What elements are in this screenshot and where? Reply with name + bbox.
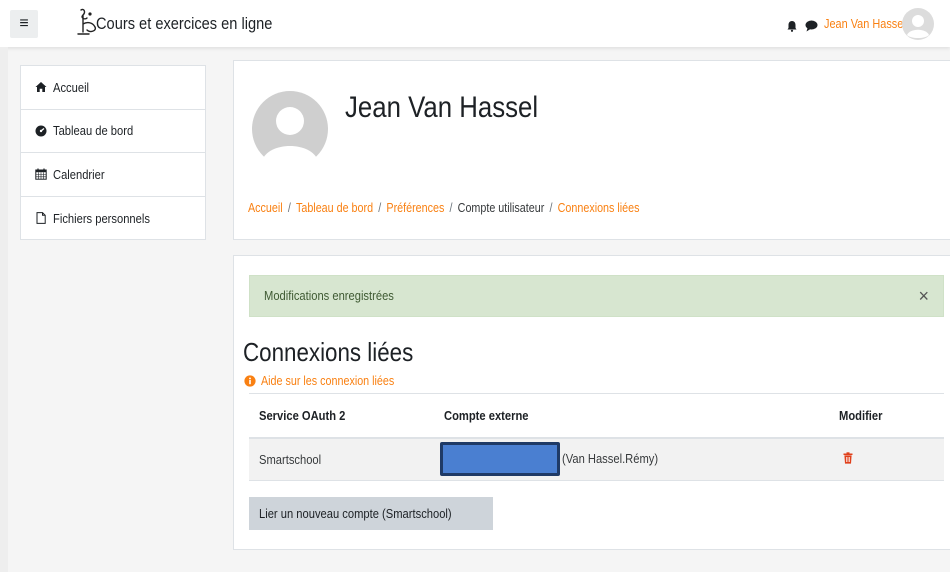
- redacted-account-block: [440, 442, 560, 477]
- calendar-icon: [35, 168, 47, 180]
- site-name[interactable]: Cours et exercices en ligne: [96, 14, 272, 34]
- column-header-edit: Modifier: [829, 393, 944, 439]
- column-header-account: Compte externe: [434, 393, 829, 439]
- trash-icon[interactable]: [843, 452, 853, 464]
- sidebar-item-label: Accueil: [53, 79, 90, 95]
- close-icon[interactable]: ×: [918, 286, 929, 307]
- help-link-label: Aide sur les connexion liées: [261, 374, 395, 388]
- help-link[interactable]: Aide sur les connexion liées: [244, 374, 416, 388]
- menu-toggle-button[interactable]: ≡: [10, 10, 38, 38]
- column-header-service: Service OAuth 2: [249, 393, 434, 439]
- profile-avatar: [252, 91, 328, 169]
- alert-message: Modifications enregistrées: [264, 288, 394, 303]
- cell-edit: [829, 437, 944, 481]
- table-row: Smartschool (Van Hassel.Rémy): [249, 437, 944, 481]
- linked-logins-table: Service OAuth 2 Compte externe Modifier …: [249, 393, 944, 481]
- sidebar-item-label: Calendrier: [53, 166, 105, 182]
- breadcrumb-separator: /: [287, 201, 291, 215]
- link-new-account-button[interactable]: Lier un nouveau compte (Smartschool): [249, 497, 494, 530]
- main-content: Modifications enregistrées × Connexions …: [233, 255, 950, 550]
- breadcrumb-separator: /: [549, 201, 553, 215]
- breadcrumb-item-compte-utilisateur: Compte utilisateur: [457, 201, 545, 215]
- sidebar-nav: Accueil Tableau de bord Calendrier Fichi…: [20, 65, 206, 240]
- breadcrumb-item-preferences[interactable]: Préférences: [386, 201, 444, 215]
- table-header-row: Service OAuth 2 Compte externe Modifier: [249, 393, 944, 439]
- user-menu-name[interactable]: Jean Van Hassel: [824, 16, 906, 31]
- sidebar-item-fichiers-personnels[interactable]: Fichiers personnels: [21, 197, 205, 241]
- bell-icon[interactable]: [786, 20, 798, 32]
- breadcrumb-item-connexions-liees[interactable]: Connexions liées: [558, 201, 640, 215]
- success-alert: Modifications enregistrées ×: [249, 275, 944, 317]
- account-suffix: (Van Hassel.Rémy): [562, 450, 659, 466]
- info-circle-icon: [244, 375, 256, 387]
- page-title: Jean Van Hassel: [345, 91, 539, 124]
- page-header: Jean Van Hassel Accueil / Tableau de bord /…: [233, 60, 950, 240]
- home-icon: [35, 82, 47, 93]
- sidebar-item-calendrier[interactable]: Calendrier: [21, 153, 205, 197]
- user-avatar[interactable]: [902, 8, 934, 40]
- sidebar-item-tableau-de-bord[interactable]: Tableau de bord: [21, 110, 205, 153]
- cell-service: Smartschool: [249, 437, 434, 481]
- dashboard-icon: [35, 125, 47, 137]
- breadcrumb-separator: /: [378, 201, 382, 215]
- breadcrumb-item-tableau-de-bord[interactable]: Tableau de bord: [296, 201, 373, 215]
- breadcrumb: Accueil / Tableau de bord / Préférences / Comp…: [248, 201, 640, 215]
- section-heading: Connexions liées: [243, 337, 414, 367]
- hamburger-icon: ≡: [19, 15, 29, 32]
- sidebar-item-label: Tableau de bord: [53, 123, 134, 139]
- chat-icon[interactable]: [805, 20, 818, 32]
- sidebar-item-label: Fichiers personnels: [53, 210, 150, 226]
- sidebar-item-accueil[interactable]: Accueil: [21, 66, 205, 110]
- cell-account: (Van Hassel.Rémy): [434, 437, 829, 481]
- breadcrumb-item-accueil[interactable]: Accueil: [248, 201, 283, 215]
- file-icon: [36, 212, 46, 225]
- drawer-edge: [0, 47, 8, 572]
- top-navbar: ≡ Cours et exercices en ligne Jean Van H…: [0, 0, 950, 47]
- breadcrumb-separator: /: [449, 201, 453, 215]
